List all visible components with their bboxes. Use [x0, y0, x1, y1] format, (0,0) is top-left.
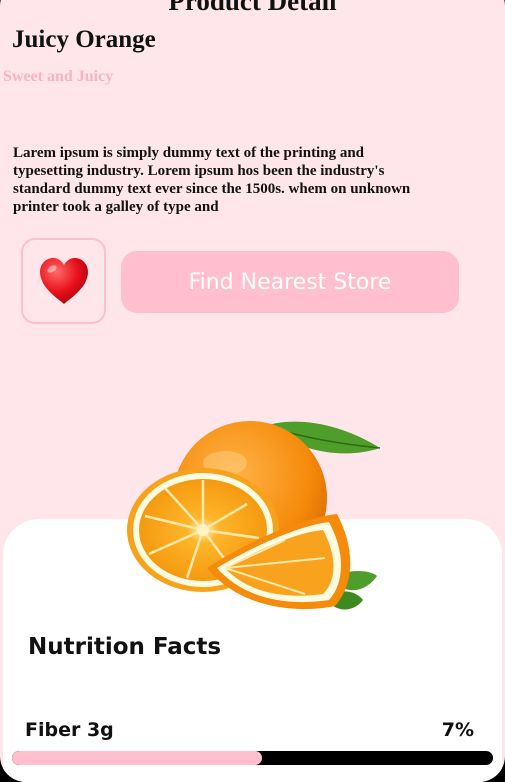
product-screen: Product Detail Juicy Orange Sweet and Ju…	[0, 0, 505, 782]
heart-icon	[39, 258, 88, 304]
fiber-progress-fill	[12, 751, 263, 765]
page-title: Product Detail	[168, 0, 337, 16]
nutrient-label-fiber: Fiber 3g	[25, 719, 114, 741]
nutrition-facts-title: Nutrition Facts	[28, 634, 222, 660]
nutrient-percent-fiber: 7%	[441, 719, 474, 741]
fiber-progress-bar	[12, 751, 493, 765]
orange-image	[127, 421, 381, 610]
product-name: Juicy Orange	[12, 26, 156, 53]
product-description: Larem ipsum is simply dummy text of the …	[13, 145, 411, 215]
find-nearest-store-button[interactable]: Find Nearest Store	[121, 251, 459, 313]
favorite-button[interactable]	[21, 238, 106, 324]
product-tagline: Sweet and Juicy	[3, 68, 114, 85]
